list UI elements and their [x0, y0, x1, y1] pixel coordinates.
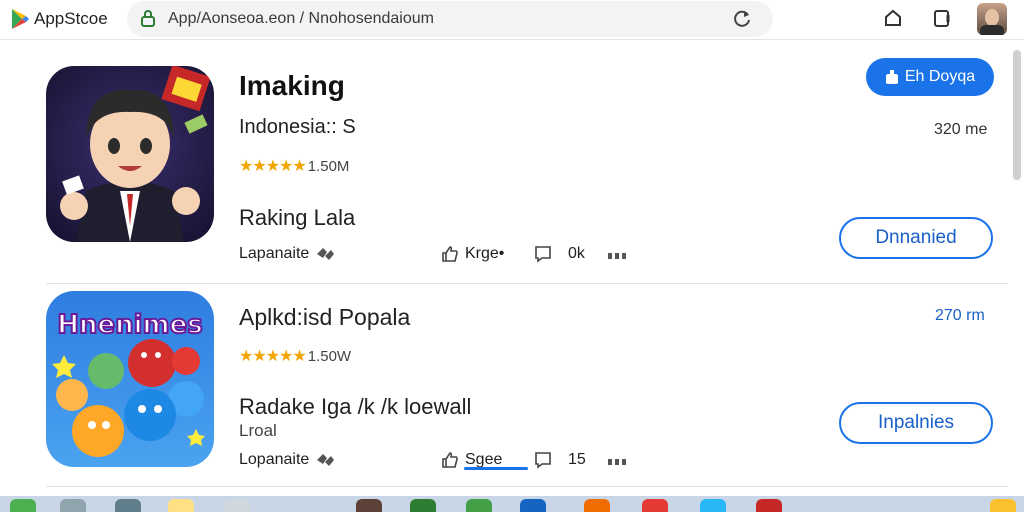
install-button-label: Eh Doyqa: [904, 68, 976, 85]
tabs-icon[interactable]: [932, 8, 952, 28]
taskbar-app-icon[interactable]: [642, 499, 668, 512]
list-divider: [46, 486, 1008, 487]
scrollbar[interactable]: [1013, 50, 1021, 180]
thumbs-up-icon: [442, 452, 458, 468]
download-icon: [885, 70, 898, 84]
app-developer[interactable]: Radake Iga /k /k loewall: [239, 394, 471, 420]
meta-comments[interactable]: 0k: [534, 245, 585, 263]
reload-icon[interactable]: [731, 8, 753, 30]
app-developer[interactable]: Raking Lala: [239, 205, 355, 231]
hands-icon: [317, 248, 335, 260]
address-bar[interactable]: App/Aonseoa.eon / Nnohosendaioum: [127, 1, 773, 37]
taskbar-app-icon[interactable]: [60, 499, 86, 512]
rating-stars: ★★★★★: [239, 158, 307, 175]
more-icon[interactable]: [608, 253, 626, 259]
app-rating: ★★★★★ 1.50M: [239, 156, 349, 176]
meta-likes[interactable]: Krge•: [441, 245, 504, 263]
taskbar-app-icon[interactable]: [168, 499, 194, 512]
app-rating: ★★★★★ 1.50W: [239, 346, 351, 366]
category-label: Lopanaite: [239, 451, 310, 468]
app-size: 270 rm: [935, 307, 985, 324]
active-underline: [464, 467, 528, 470]
hands-icon: [317, 454, 335, 466]
taskbar-app-icon[interactable]: [410, 499, 436, 512]
brand-name: AppStcoe: [34, 9, 108, 28]
user-avatar[interactable]: [977, 3, 1007, 35]
taskbar-app-icon[interactable]: [756, 499, 782, 512]
taskbar-app-icon[interactable]: [584, 499, 610, 512]
app-icon-2[interactable]: Hnenimes: [46, 291, 214, 467]
taskbar-app-icon[interactable]: [115, 499, 141, 512]
store-brand[interactable]: AppStcoe: [10, 8, 108, 30]
app-title[interactable]: Imaking: [239, 70, 345, 102]
meta-comments[interactable]: 15: [534, 451, 586, 469]
play-store-logo-icon: [12, 9, 29, 29]
developer-sub: Lroal: [239, 421, 277, 440]
browser-toolbar: AppStcoe App/Aonseoa.eon / Nnohosendaiou…: [0, 0, 1024, 40]
comment-icon: [535, 452, 551, 469]
icon-banner-text: Hnenimes: [57, 310, 203, 340]
taskbar-app-icon[interactable]: [356, 499, 382, 512]
list-divider: [46, 283, 1008, 284]
cartoon-monsters-icon: Hnenimes: [52, 309, 205, 457]
taskbar-app-icon[interactable]: [700, 499, 726, 512]
url-text: App/Aonseoa.eon / Nnohosendaioum: [168, 10, 434, 27]
taskbar-app-icon[interactable]: [520, 499, 546, 512]
comment-icon: [535, 246, 551, 263]
meta-label: Krge•: [465, 245, 505, 262]
meta-count: 15: [568, 451, 586, 468]
os-taskbar: [0, 496, 1024, 512]
app-title[interactable]: Aplkd:isd Popala: [239, 304, 410, 331]
app-action-button[interactable]: Inpalnies: [839, 402, 993, 444]
thumbs-up-icon: [442, 246, 458, 262]
taskbar-app-icon[interactable]: [990, 499, 1016, 512]
more-dots-icon: [608, 253, 626, 259]
app-action-button[interactable]: Dnnanied: [839, 217, 993, 259]
cartoon-businessman-icon: [60, 66, 211, 242]
taskbar-app-icon[interactable]: [224, 499, 250, 512]
install-button[interactable]: Eh Doyqa: [866, 58, 994, 96]
taskbar-app-icon[interactable]: [466, 499, 492, 512]
rating-count: 1.50M: [307, 157, 350, 175]
rating-count: 1.50W: [307, 347, 352, 365]
app-category[interactable]: Lapanaite: [239, 245, 335, 263]
app-icon-1[interactable]: [46, 66, 214, 242]
lock-icon: [141, 10, 155, 27]
more-icon[interactable]: [608, 459, 626, 465]
rating-stars: ★★★★★: [239, 348, 307, 365]
app-size: 320 me: [934, 121, 988, 138]
home-icon[interactable]: [883, 8, 903, 28]
category-label: Lapanaite: [239, 245, 310, 262]
more-dots-icon: [608, 459, 626, 465]
app-category[interactable]: Lopanaite: [239, 451, 335, 469]
meta-count: 0k: [568, 245, 585, 262]
taskbar-app-icon[interactable]: [10, 499, 36, 512]
app-subtitle: Indonesia:: S: [239, 116, 356, 138]
